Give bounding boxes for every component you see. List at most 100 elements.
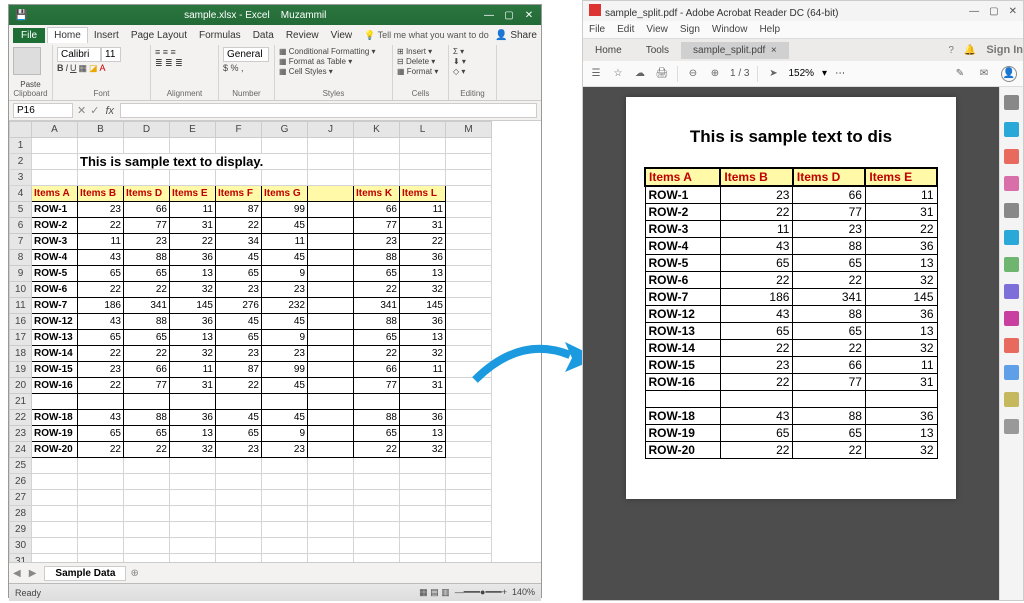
edit-icon[interactable]: ✎ [953,67,967,81]
zoom-in-icon[interactable]: ⊕ [708,67,722,81]
more-icon[interactable]: ⋯ [835,68,845,79]
number-icons[interactable]: $ % , [223,63,244,73]
align-row1[interactable]: ≡ ≡ ≡ [155,47,176,57]
clear-button[interactable]: ◇ ▾ [453,67,465,76]
formula-input[interactable] [120,103,537,118]
pdf-tab-tools[interactable]: Tools [634,42,681,59]
pdf-side-tool-9[interactable] [1004,338,1019,353]
zoom-level[interactable]: 140% [512,587,535,597]
menu-page-layout[interactable]: Page Layout [125,28,193,43]
border-button[interactable]: ▦ [79,63,88,74]
pdf-menu-view[interactable]: View [646,24,668,35]
sidebar-toggle-icon[interactable]: ☰ [589,67,603,81]
pdf-body: This is sample text to dis Items AItems … [583,87,1023,600]
font-group-label: Font [57,89,146,98]
minimize-button[interactable]: — [483,10,495,21]
bold-button[interactable]: B [57,63,64,74]
pdf-menu-help[interactable]: Help [759,24,780,35]
view-page-icon[interactable]: ▤ [430,587,439,597]
pdf-side-tool-10[interactable] [1004,365,1019,380]
font-name-select[interactable] [57,47,101,62]
excel-window: 💾 sample.xlsx - Excel Muzammil — ▢ ✕ Fil… [8,4,542,598]
pdf-canvas[interactable]: This is sample text to dis Items AItems … [583,87,999,600]
pdf-side-tool-11[interactable] [1004,392,1019,407]
menu-formulas[interactable]: Formulas [193,28,247,43]
sign-in-button[interactable]: Sign In [986,44,1023,56]
pdf-menu-window[interactable]: Window [712,24,748,35]
sheet-nav-prev[interactable]: ◀ [13,568,21,579]
pdf-titlebar: sample_split.pdf - Adobe Acrobat Reader … [583,1,1023,21]
star-icon[interactable]: ☆ [611,67,625,81]
help-icon[interactable]: ? [948,45,954,56]
pdf-menu-edit[interactable]: Edit [617,24,634,35]
pdf-menu-file[interactable]: File [589,24,605,35]
zoom-out-icon[interactable]: ⊖ [686,67,700,81]
cloud-icon[interactable]: ☁ [633,67,647,81]
pdf-side-tool-6[interactable] [1004,257,1019,272]
menu-home[interactable]: Home [47,27,88,43]
pdf-side-tool-0[interactable] [1004,95,1019,110]
underline-button[interactable]: U [70,63,77,74]
pdf-title: sample_split.pdf - Adobe Acrobat Reader … [605,8,838,19]
menu-tell-me[interactable]: 💡 Tell me what you want to do [364,30,489,41]
menu-data[interactable]: Data [247,28,280,43]
mail-icon[interactable]: ✉ [977,67,991,81]
sheet-nav-next[interactable]: ▶ [29,568,37,579]
number-format-select[interactable] [223,47,269,62]
pdf-side-tool-7[interactable] [1004,284,1019,299]
pdf-close-button[interactable]: ✕ [1009,6,1017,17]
menu-view[interactable]: View [325,28,359,43]
pdf-minimize-button[interactable]: — [969,6,979,17]
pdf-side-tool-1[interactable] [1004,122,1019,137]
pdf-side-tool-5[interactable] [1004,230,1019,245]
cell-reference-box[interactable] [13,103,73,118]
pdf-side-tool-8[interactable] [1004,311,1019,326]
view-normal-icon[interactable]: ▦ [419,587,428,597]
close-button[interactable]: ✕ [523,10,535,21]
worksheet-area[interactable]: ABDEFGJKLM12This is sample text to displ… [9,121,541,563]
add-sheet-button[interactable]: ⊕ [130,568,138,579]
account-icon[interactable]: 👤 [1001,66,1017,82]
fill-button[interactable]: ⬇ ▾ [453,57,466,66]
paste-icon[interactable] [13,47,41,75]
share-button[interactable]: 👤 Share [495,30,537,41]
format-as-table-button[interactable]: ▦ Format as Table ▾ [279,57,352,66]
sheet-tab[interactable]: Sample Data [44,566,126,581]
pdf-side-tool-12[interactable] [1004,419,1019,434]
enter-formula-icon[interactable]: ✓ [90,104,99,117]
align-row2[interactable]: ≣ ≣ ≣ [155,58,183,69]
insert-cells-button[interactable]: ⊞ Insert ▾ [397,47,432,56]
pdf-side-tool-4[interactable] [1004,203,1019,218]
pdf-menubar: File Edit View Sign Window Help [583,21,1023,39]
font-color-button[interactable]: A [100,63,106,74]
menu-review[interactable]: Review [280,28,325,43]
excel-save-icon[interactable]: 💾 [15,10,27,21]
cancel-formula-icon[interactable]: ✕ [77,104,86,117]
fx-icon[interactable]: fx [105,105,114,117]
fill-color-button[interactable]: ◪ [89,63,98,74]
pdf-tab-document[interactable]: sample_split.pdf × [681,42,789,59]
autosum-button[interactable]: Σ ▾ [453,47,464,56]
transform-arrow [470,330,600,390]
font-size-select[interactable] [101,47,121,62]
select-tool-icon[interactable]: ➤ [766,67,780,81]
pdf-side-tool-3[interactable] [1004,176,1019,191]
pdf-maximize-button[interactable]: ▢ [989,6,998,17]
delete-cells-button[interactable]: ⊟ Delete ▾ [397,57,435,66]
print-icon[interactable]: 🖨 [655,67,669,81]
pdf-tab-home[interactable]: Home [583,42,634,59]
bell-icon[interactable]: 🔔 [964,45,976,56]
zoom-percent[interactable]: 152% [788,68,814,79]
excel-menubar: File Home Insert Page Layout Formulas Da… [9,25,541,45]
cell-styles-button[interactable]: ▦ Cell Styles ▾ [279,67,333,76]
maximize-button[interactable]: ▢ [503,10,515,21]
view-break-icon[interactable]: ▥ [441,587,450,597]
menu-file[interactable]: File [13,28,45,43]
italic-button[interactable]: I [66,63,69,74]
menu-insert[interactable]: Insert [88,28,125,43]
format-cells-button[interactable]: ▦ Format ▾ [397,67,438,76]
pdf-menu-sign[interactable]: Sign [680,24,700,35]
conditional-formatting-button[interactable]: ▦ Conditional Formatting ▾ [279,47,376,56]
pdf-side-tool-2[interactable] [1004,149,1019,164]
page-counter[interactable]: 1 / 3 [730,68,749,79]
